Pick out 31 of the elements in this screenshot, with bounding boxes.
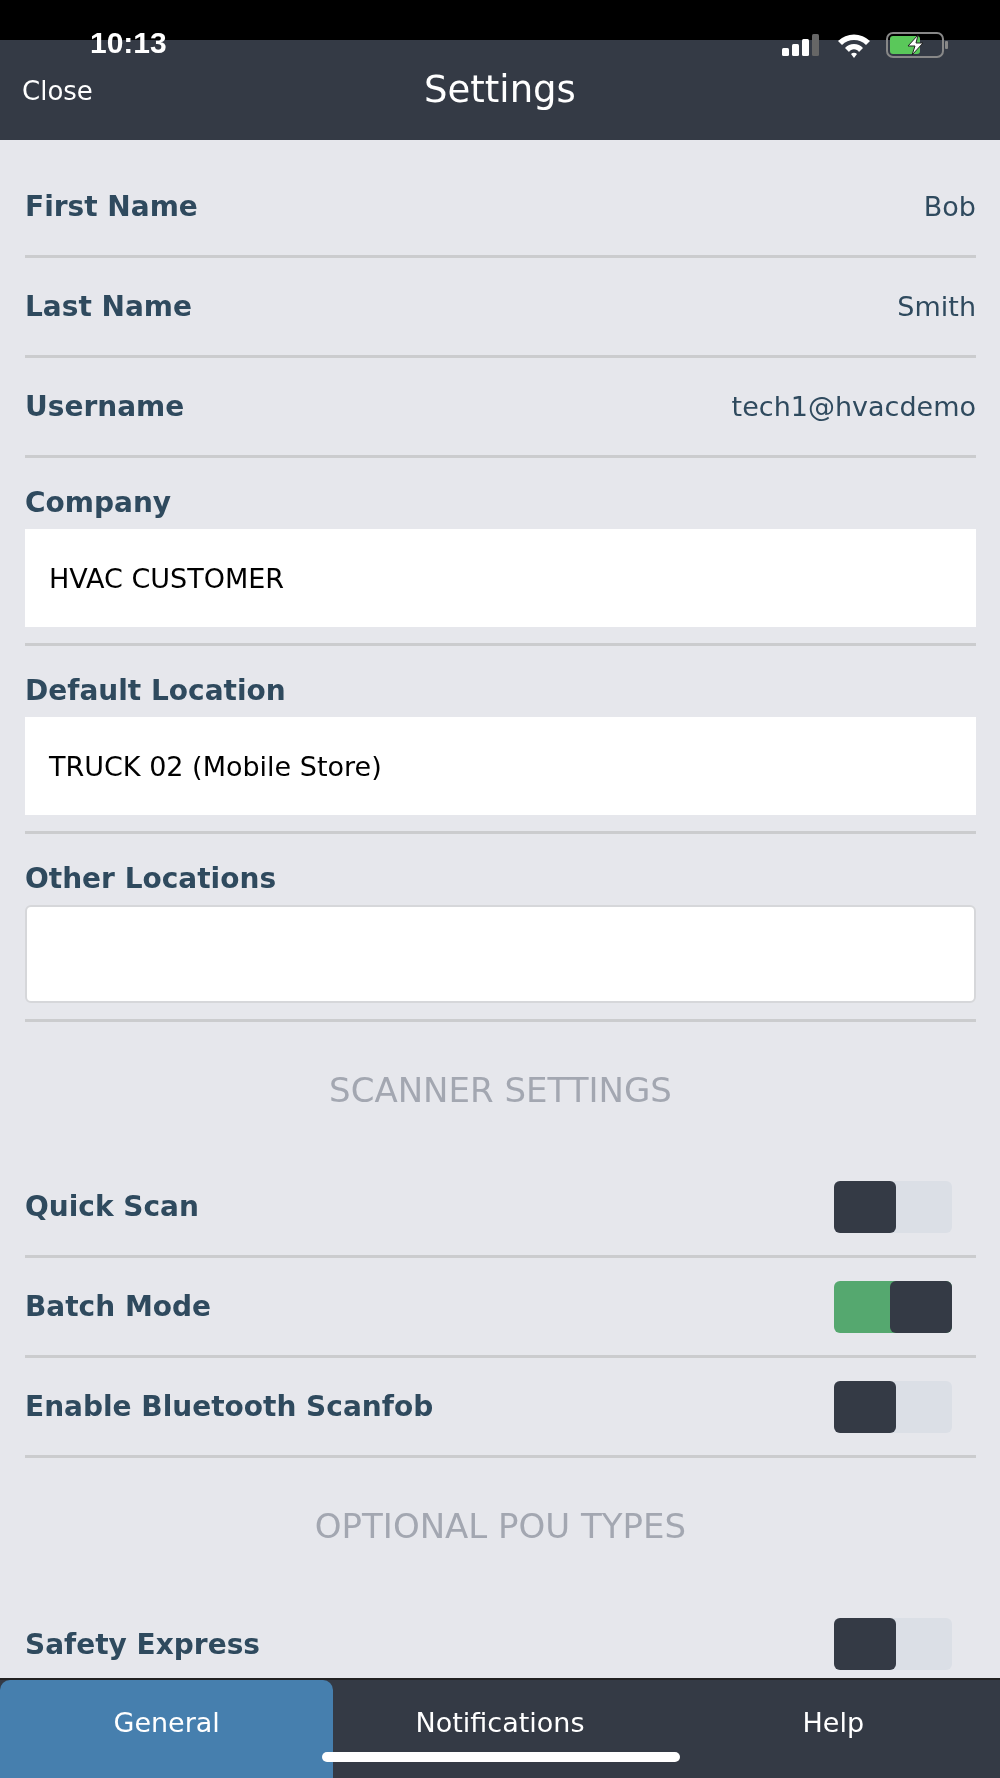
field-label: Enable Bluetooth Scanfob	[25, 1390, 434, 1423]
battery-charging-icon	[886, 32, 950, 58]
field-value: Smith	[897, 291, 976, 322]
toggle-switch[interactable]	[834, 1280, 952, 1333]
input-field[interactable]: TRUCK 02 (Mobile Store)	[25, 717, 976, 815]
field-label: Quick Scan	[25, 1190, 199, 1223]
input-field[interactable]	[25, 905, 976, 1003]
tab[interactable]: Help	[666, 1680, 1000, 1778]
field-label: Company	[25, 486, 172, 519]
tab[interactable]: General	[0, 1680, 334, 1778]
field-label: First Name	[25, 190, 198, 223]
field-label: Default Location	[25, 674, 286, 707]
toggle-switch[interactable]	[834, 1380, 952, 1433]
input-field[interactable]: HVAC CUSTOMER	[25, 529, 976, 627]
wifi-icon	[836, 32, 872, 58]
field-value: tech1@hvacdemo	[731, 391, 976, 422]
field-label: Username	[25, 390, 185, 423]
status-time: 10:13	[90, 26, 167, 60]
field-value: Bob	[923, 191, 976, 222]
toggle-switch[interactable]	[834, 1180, 952, 1233]
field-label: Last Name	[25, 290, 193, 323]
field-label: Safety Express	[25, 1627, 260, 1661]
field-label: Other Locations	[25, 862, 277, 895]
signal-icon	[782, 34, 822, 56]
section-heading: SCANNER SETTINGS	[329, 1070, 672, 1110]
page-title: Settings	[424, 68, 576, 111]
tab[interactable]: Notifications	[333, 1680, 667, 1778]
toggle-switch[interactable]	[834, 1618, 952, 1670]
close-button[interactable]: Close	[22, 76, 93, 106]
field-label: Batch Mode	[25, 1290, 212, 1323]
section-heading: OPTIONAL POU TYPES	[314, 1506, 687, 1546]
